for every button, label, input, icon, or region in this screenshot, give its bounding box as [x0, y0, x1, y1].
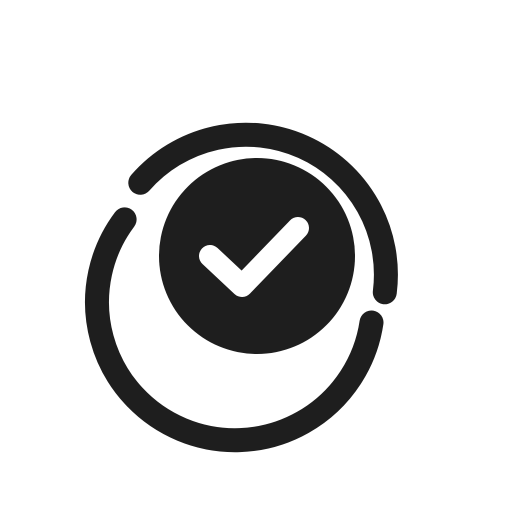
verified-check-svg: [85, 122, 398, 453]
icon-canvas: [0, 0, 512, 512]
verified-check-icon: [0, 0, 512, 512]
